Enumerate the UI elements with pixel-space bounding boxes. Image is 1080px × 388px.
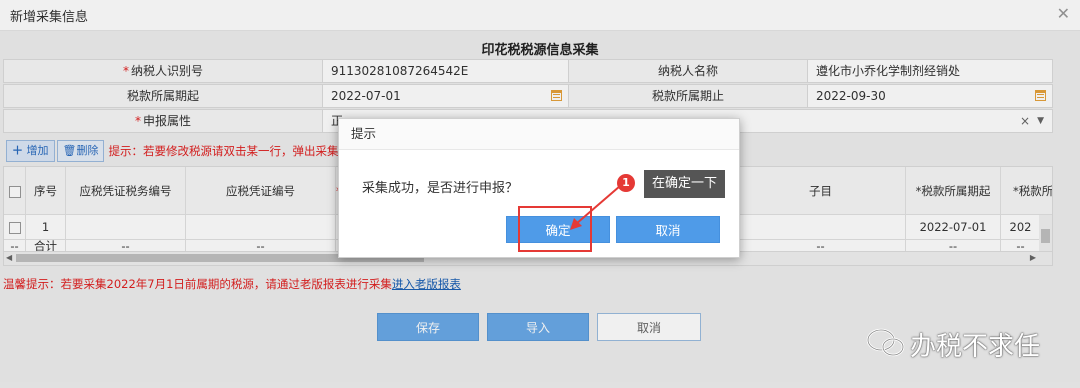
dialog-title: 提示: [339, 119, 739, 150]
annotation-label: 在确定一下: [644, 170, 726, 198]
step-badge: 1: [617, 174, 635, 192]
dialog-message: 采集成功，是否进行申报？: [362, 181, 519, 196]
watermark-text: 办税不求任: [910, 332, 1041, 362]
wechat-icon: [866, 328, 905, 357]
dialog-cancel-button[interactable]: 取消: [616, 216, 720, 243]
